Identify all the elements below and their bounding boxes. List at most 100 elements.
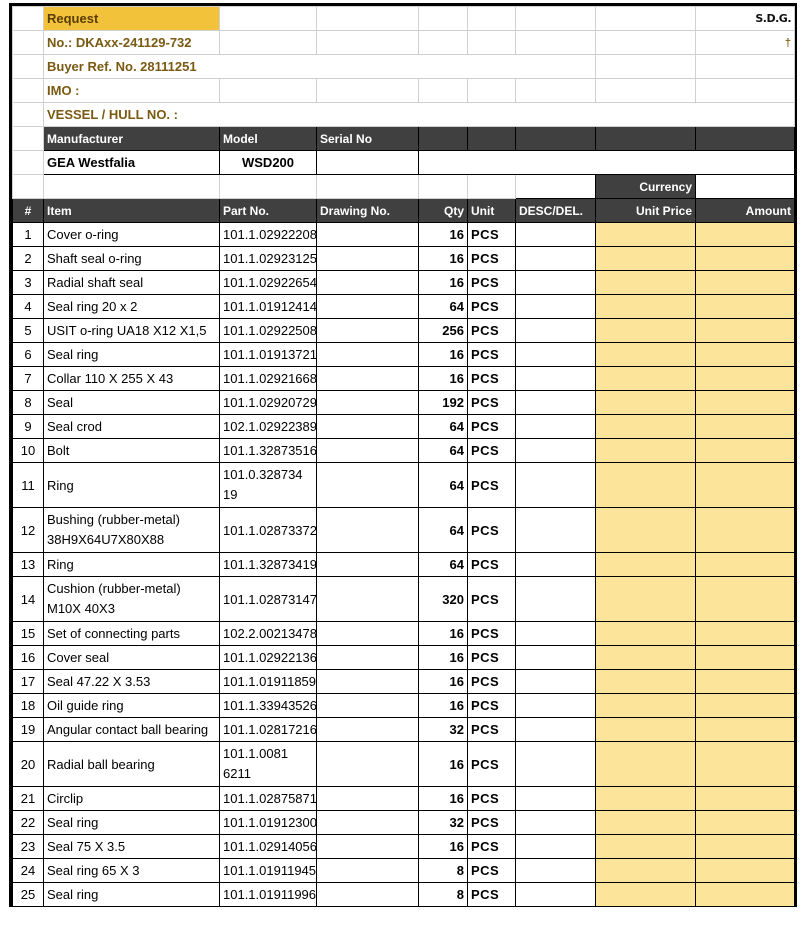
- cell[interactable]: [595, 54, 696, 79]
- desc-del[interactable]: [515, 366, 596, 391]
- item-name[interactable]: USIT o-ring UA18 X12 X1,5: [43, 318, 220, 343]
- cell[interactable]: [12, 30, 44, 55]
- desc-del[interactable]: [515, 810, 596, 835]
- desc-del[interactable]: [515, 222, 596, 247]
- unit[interactable]: PCS: [467, 246, 516, 271]
- drawing-number[interactable]: [316, 810, 419, 835]
- drawing-number[interactable]: [316, 294, 419, 319]
- unit-price-input[interactable]: [595, 834, 696, 859]
- desc-del[interactable]: [515, 786, 596, 811]
- quantity[interactable]: 64: [418, 552, 468, 577]
- unit[interactable]: PCS: [467, 294, 516, 319]
- row-number[interactable]: 24: [12, 858, 44, 883]
- part-number[interactable]: 101.1.02914056: [219, 834, 317, 859]
- amount-input[interactable]: [695, 810, 795, 835]
- row-number[interactable]: 8: [12, 390, 44, 415]
- quantity[interactable]: 16: [418, 222, 468, 247]
- desc-del[interactable]: [515, 318, 596, 343]
- part-number[interactable]: 101.1.02922654: [219, 270, 317, 295]
- row-number[interactable]: 22: [12, 810, 44, 835]
- desc-del[interactable]: [515, 390, 596, 415]
- cell[interactable]: [12, 174, 44, 199]
- drawing-number[interactable]: [316, 882, 419, 907]
- row-number[interactable]: 10: [12, 438, 44, 463]
- row-number[interactable]: 11: [12, 462, 44, 508]
- cell[interactable]: [695, 78, 795, 103]
- cell[interactable]: [595, 78, 696, 103]
- unit-price-input[interactable]: [595, 222, 696, 247]
- desc-del[interactable]: [515, 717, 596, 742]
- unit[interactable]: PCS: [467, 645, 516, 670]
- cell[interactable]: [515, 174, 596, 199]
- desc-del[interactable]: [515, 693, 596, 718]
- unit-price-input[interactable]: [595, 621, 696, 646]
- unit-price-input[interactable]: [595, 366, 696, 391]
- quantity[interactable]: 16: [418, 693, 468, 718]
- row-number[interactable]: 19: [12, 717, 44, 742]
- amount-input[interactable]: [695, 858, 795, 883]
- drawing-number[interactable]: [316, 621, 419, 646]
- unit[interactable]: PCS: [467, 366, 516, 391]
- part-number[interactable]: 101.1.02922208: [219, 222, 317, 247]
- unit[interactable]: PCS: [467, 858, 516, 883]
- cell[interactable]: [595, 30, 696, 55]
- amount-input[interactable]: [695, 669, 795, 694]
- item-name[interactable]: Shaft seal o-ring: [43, 246, 220, 271]
- unit[interactable]: PCS: [467, 552, 516, 577]
- unit[interactable]: PCS: [467, 717, 516, 742]
- cell[interactable]: [12, 126, 44, 151]
- desc-del[interactable]: [515, 507, 596, 553]
- part-number[interactable]: 101.1.02922136: [219, 645, 317, 670]
- drawing-number[interactable]: [316, 318, 419, 343]
- part-number[interactable]: 101.1.02923125: [219, 246, 317, 271]
- quantity[interactable]: 16: [418, 741, 468, 787]
- part-number[interactable]: 101.1.33943526: [219, 693, 317, 718]
- drawing-number[interactable]: [316, 222, 419, 247]
- unit-price-input[interactable]: [595, 342, 696, 367]
- drawing-number[interactable]: [316, 390, 419, 415]
- unit-price-input[interactable]: [595, 438, 696, 463]
- cell[interactable]: [219, 78, 317, 103]
- desc-del[interactable]: [515, 414, 596, 439]
- row-number[interactable]: 2: [12, 246, 44, 271]
- unit[interactable]: PCS: [467, 621, 516, 646]
- amount-input[interactable]: [695, 462, 795, 508]
- desc-del[interactable]: [515, 834, 596, 859]
- part-number[interactable]: 102.1.02922389: [219, 414, 317, 439]
- cell[interactable]: [418, 30, 468, 55]
- amount-input[interactable]: [695, 342, 795, 367]
- cell[interactable]: [695, 54, 795, 79]
- unit[interactable]: PCS: [467, 270, 516, 295]
- quantity[interactable]: 16: [418, 366, 468, 391]
- part-number[interactable]: 101.1.02817216: [219, 717, 317, 742]
- quantity[interactable]: 256: [418, 318, 468, 343]
- unit-price-input[interactable]: [595, 741, 696, 787]
- item-name[interactable]: Oil guide ring: [43, 693, 220, 718]
- item-name[interactable]: Seal ring: [43, 882, 220, 907]
- item-name[interactable]: Seal ring 65 X 3: [43, 858, 220, 883]
- item-name[interactable]: Circlip: [43, 786, 220, 811]
- unit[interactable]: PCS: [467, 342, 516, 367]
- amount-input[interactable]: [695, 270, 795, 295]
- unit-price-input[interactable]: [595, 294, 696, 319]
- cell[interactable]: [12, 6, 44, 31]
- cell[interactable]: [418, 6, 468, 31]
- unit[interactable]: PCS: [467, 669, 516, 694]
- amount-input[interactable]: [695, 507, 795, 553]
- item-name[interactable]: Cover seal: [43, 645, 220, 670]
- currency-value[interactable]: [695, 174, 795, 199]
- drawing-number[interactable]: [316, 858, 419, 883]
- unit[interactable]: PCS: [467, 390, 516, 415]
- row-number[interactable]: 15: [12, 621, 44, 646]
- cell[interactable]: [467, 6, 516, 31]
- row-number[interactable]: 3: [12, 270, 44, 295]
- quantity[interactable]: 192: [418, 390, 468, 415]
- drawing-number[interactable]: [316, 834, 419, 859]
- part-number[interactable]: 101.1.01912414: [219, 294, 317, 319]
- model-value[interactable]: WSD200: [219, 150, 317, 175]
- amount-input[interactable]: [695, 552, 795, 577]
- cell[interactable]: [467, 78, 516, 103]
- unit-price-input[interactable]: [595, 693, 696, 718]
- drawing-number[interactable]: [316, 462, 419, 508]
- item-name[interactable]: Seal: [43, 390, 220, 415]
